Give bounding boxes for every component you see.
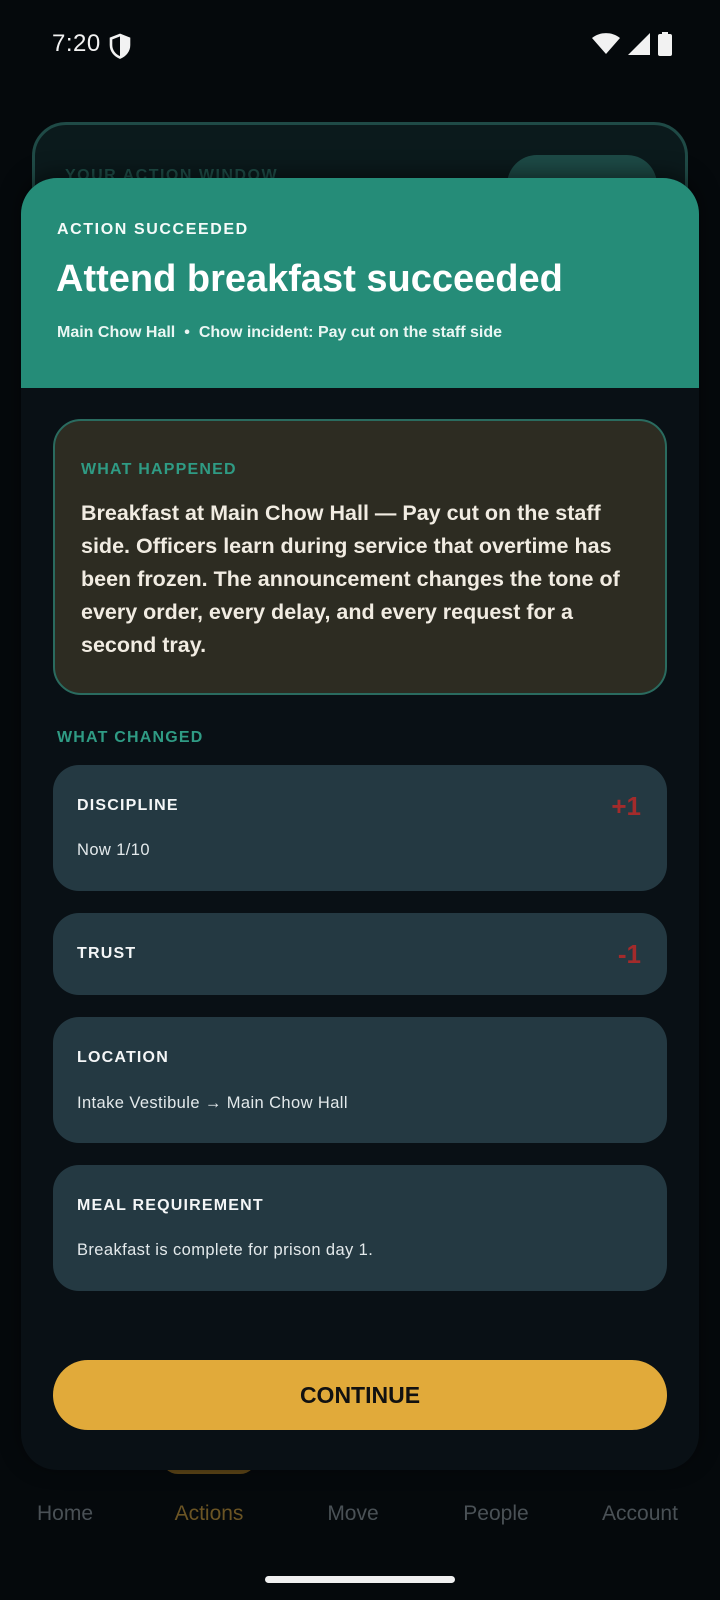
dialog-subtitle: Main Chow Hall • Chow incident: Pay cut on… — [57, 324, 502, 342]
result-kicker: ACTION SUCCEEDED — [57, 221, 249, 238]
home-indicator[interactable] — [265, 1576, 455, 1583]
what-changed-label: WHAT CHANGED — [57, 729, 204, 746]
change-detail: Intake Vestibule → Main Chow Hall — [77, 1094, 348, 1112]
change-title: MEAL REQUIREMENT — [77, 1197, 264, 1214]
battery-icon — [658, 32, 672, 56]
what-happened-text: Breakfast at Main Chow Hall — Pay cut on… — [81, 501, 620, 657]
what-happened-card: WHAT HAPPENED Breakfast at Main Chow Hal… — [53, 419, 667, 695]
change-delta: -1 — [617, 939, 641, 969]
nav-label-home: Home — [36, 1502, 94, 1525]
change-title: LOCATION — [77, 1049, 169, 1066]
continue-button[interactable]: CONTINUE — [53, 1360, 667, 1430]
change-detail: Breakfast is complete for prison day 1. — [77, 1241, 374, 1259]
change-title: DISCIPLINE — [77, 797, 179, 814]
nav-label-move: Move — [327, 1502, 379, 1525]
continue-label: CONTINUE — [299, 1381, 421, 1408]
change-card-trust: TRUST -1 — [53, 913, 667, 995]
incident-name: Chow incident: Pay cut on the staff side — [198, 324, 502, 341]
change-card-discipline: DISCIPLINE +1 Now 1/10 — [53, 765, 667, 891]
status-time: 7:20 — [52, 30, 101, 57]
change-detail: Now 1/10 — [77, 841, 150, 859]
change-delta: +1 — [611, 791, 641, 821]
dialog-header: ACTION SUCCEEDED Attend breakfast succee… — [21, 178, 699, 388]
nav-label-actions: Actions — [174, 1502, 244, 1525]
signal-icon — [628, 33, 650, 55]
change-card-meal-requirement: MEAL REQUIREMENT Breakfast is complete f… — [53, 1165, 667, 1291]
change-card-location: LOCATION Intake Vestibule → Main Chow Ha… — [53, 1017, 667, 1143]
nav-label-account: Account — [602, 1502, 678, 1525]
dialog-title: Attend breakfast succeeded — [56, 258, 563, 300]
nav-label-people: People — [463, 1502, 529, 1525]
separator-dot: • — [184, 324, 190, 341]
action-result-dialog: ACTION SUCCEEDED Attend breakfast succee… — [21, 178, 699, 1470]
what-happened-label: WHAT HAPPENED — [81, 461, 237, 478]
location-name: Main Chow Hall — [57, 324, 176, 341]
status-bar: 7:20 — [0, 0, 720, 90]
wifi-icon — [592, 33, 620, 54]
shield-icon — [109, 33, 131, 59]
change-title: TRUST — [77, 945, 137, 962]
